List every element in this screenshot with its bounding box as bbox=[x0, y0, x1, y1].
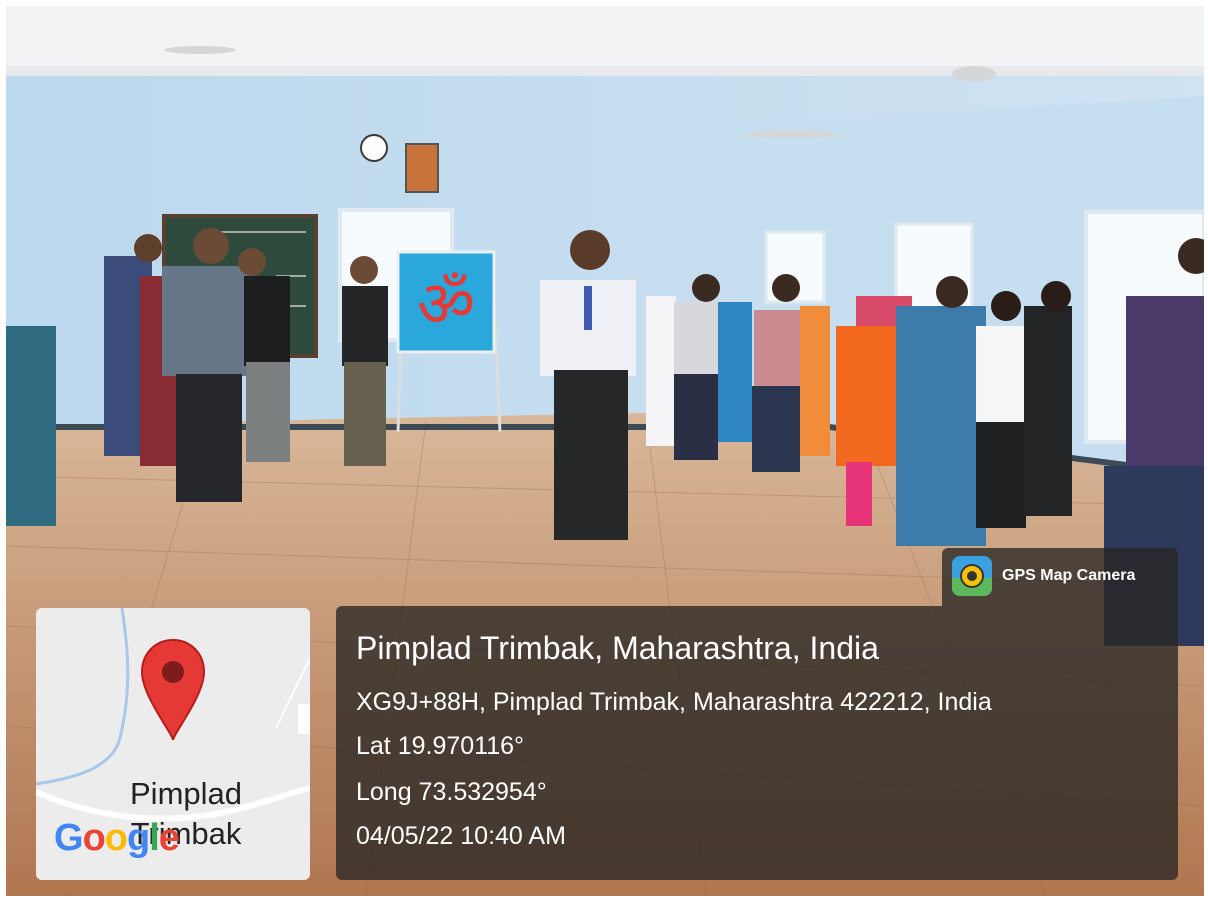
google-logo-letter: o bbox=[104, 817, 128, 859]
latitude-text: Lat 19.970116° bbox=[356, 732, 525, 760]
google-logo-letter: G bbox=[54, 817, 84, 859]
gps-app-name: GPS Map Camera bbox=[1002, 567, 1136, 584]
location-address: XG9J+88H, Pimplad Trimbak, Maharashtra 4… bbox=[356, 688, 992, 716]
google-logo: Google bbox=[54, 816, 180, 860]
map-expand-tab[interactable] bbox=[298, 704, 310, 734]
map-place-line1: Pimplad bbox=[130, 776, 242, 811]
gps-map-camera-icon bbox=[952, 556, 992, 596]
google-logo-letter: e bbox=[158, 817, 180, 859]
google-logo-letter: o bbox=[82, 817, 106, 859]
svg-text:ॐ: ॐ bbox=[417, 268, 475, 342]
gps-info-panel: Pimplad Trimbak, Maharashtra, India XG9J… bbox=[336, 606, 1178, 880]
location-title: Pimplad Trimbak, Maharashtra, India bbox=[356, 630, 879, 666]
google-logo-letter: l bbox=[149, 817, 160, 859]
map-pin-icon bbox=[140, 638, 206, 741]
gps-app-badge: GPS Map Camera bbox=[942, 548, 1178, 606]
map-thumbnail[interactable]: Pimplad Trimbak Google bbox=[36, 608, 310, 880]
wall-clock-icon bbox=[360, 134, 388, 162]
portrait-frame-icon bbox=[405, 143, 439, 193]
datetime-text: 04/05/22 10:40 AM bbox=[356, 822, 566, 850]
google-logo-letter: g bbox=[127, 817, 150, 859]
longitude-text: Long 73.532954° bbox=[356, 778, 547, 806]
